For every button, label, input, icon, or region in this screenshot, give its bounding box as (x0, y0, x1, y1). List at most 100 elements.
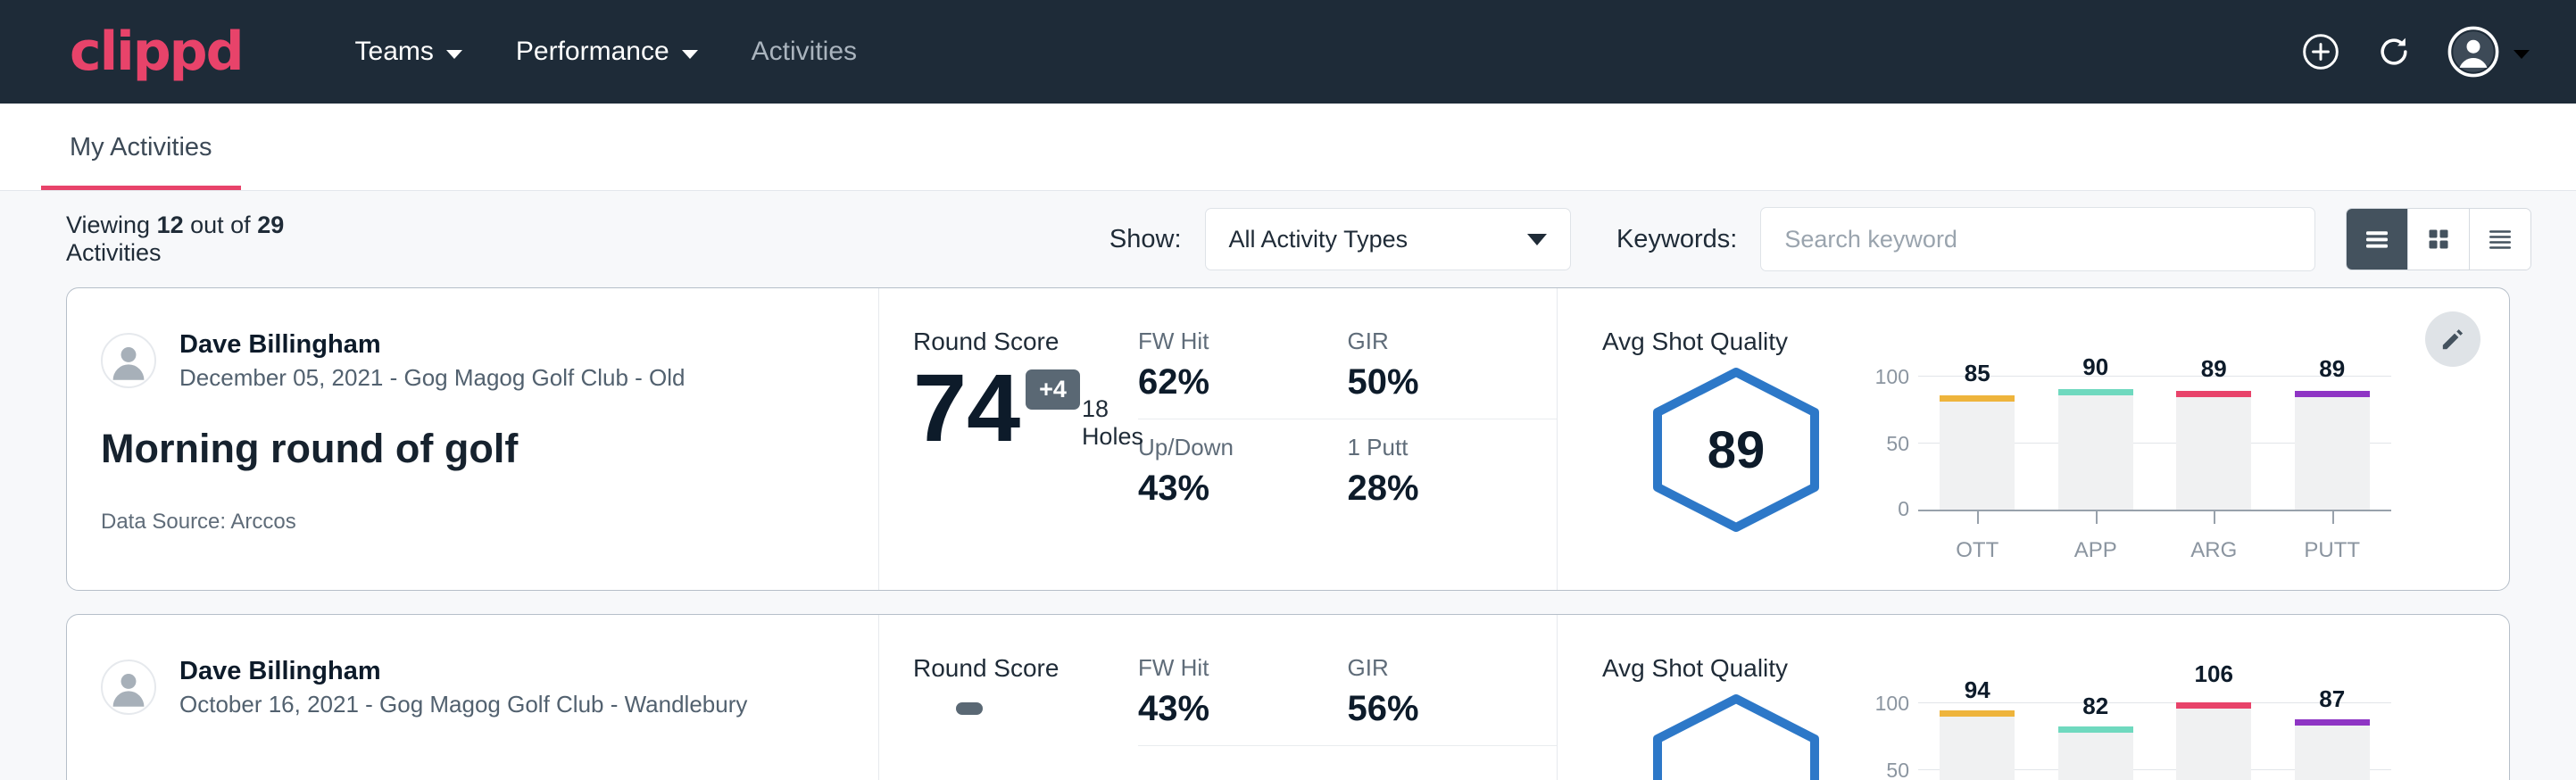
bar-app (2058, 726, 2133, 780)
bar-value-arg: 89 (2201, 355, 2227, 383)
stat-gir-value: 50% (1348, 362, 1517, 402)
viewing-total: 29 (257, 212, 284, 238)
stat-fw-hit: FW Hit 43% (1138, 654, 1348, 746)
chart-bar-slot: 85 (1918, 376, 2037, 510)
tab-my-activities[interactable]: My Activities (41, 133, 241, 190)
x-tick-arg: ARG (2155, 511, 2273, 563)
chart-plot: 85 90 (1918, 376, 2391, 511)
chart-bar-slot: 89 (2273, 376, 2392, 510)
bar-value-putt: 89 (2319, 355, 2345, 383)
shot-quality-chart: 100 50 0 94 (1870, 686, 2391, 780)
bar-cap-arg (2176, 391, 2251, 397)
stat-gir: GIR 56% (1348, 654, 1558, 746)
hexagon-score-wrap (1602, 686, 1870, 780)
chart-bars: 94 82 (1918, 702, 2391, 780)
bar-value-app: 90 (2082, 353, 2108, 381)
shot-quality-chart-plot-area: 100 50 0 94 (1870, 686, 2391, 780)
view-mode-grid-button[interactable] (2408, 209, 2470, 270)
activity-author: Dave Billingham October 16, 2021 - Gog M… (101, 654, 878, 720)
nav-item-performance[interactable]: Performance (489, 28, 725, 76)
avg-shot-quality-body: 100 50 0 94 (1602, 686, 2509, 780)
round-score-column: Round Score 74 +4 18 Holes (879, 288, 1138, 590)
y-tick-50: 50 (1886, 759, 1909, 780)
activity-card-list: Dave Billingham December 05, 2021 - Gog … (0, 287, 2576, 780)
nav-item-activities-label: Activities (752, 37, 857, 67)
add-activity-button[interactable] (2301, 32, 2340, 71)
activity-meta: December 05, 2021 - Gog Magog Golf Club … (179, 362, 686, 394)
author-name: Dave Billingham (179, 654, 747, 689)
avg-shot-quality-column: Avg Shot Quality 89 100 50 (1558, 288, 2509, 590)
y-tick-0: 0 (1898, 497, 1909, 521)
viewing-suffix: Activities (66, 239, 162, 266)
chevron-down-icon (2514, 50, 2530, 59)
avg-shot-quality-label: Avg Shot Quality (1602, 654, 2509, 683)
stat-gir-label: GIR (1348, 654, 1517, 682)
x-tick-ott: OTT (1918, 511, 2037, 563)
round-score-label: Round Score (913, 328, 1138, 356)
stat-gir-label: GIR (1348, 328, 1517, 355)
search-input[interactable] (1760, 207, 2315, 271)
bar-cap-ott (1940, 710, 2015, 717)
avatar (101, 660, 156, 715)
refresh-button[interactable] (2374, 32, 2414, 71)
stat-fw-hit-label: FW Hit (1138, 328, 1307, 355)
keywords-label: Keywords: (1616, 225, 1737, 254)
activity-summary-column: Dave Billingham December 05, 2021 - Gog … (67, 288, 879, 590)
bar-cap-app (2058, 726, 2133, 733)
primary-nav-links: Teams Performance Activities (328, 28, 884, 76)
view-mode-compact-button[interactable] (2470, 209, 2530, 270)
author-name: Dave Billingham (179, 328, 686, 362)
clippd-logo[interactable]: clippd (70, 25, 243, 79)
activity-card[interactable]: Dave Billingham October 16, 2021 - Gog M… (66, 614, 2510, 780)
y-tick-100: 100 (1875, 692, 1909, 716)
activity-meta: October 16, 2021 - Gog Magog Golf Club -… (179, 689, 747, 720)
stat-one-putt-label: 1 Putt (1348, 434, 1517, 461)
round-stats-grid: FW Hit 43% GIR 56% (1138, 615, 1558, 780)
bar-cap-putt (2295, 719, 2370, 726)
bar-cap-app (2058, 389, 2133, 395)
score-to-par-badge: +4 (1026, 369, 1080, 410)
stat-up-down-value: 43% (1138, 469, 1307, 509)
activity-data-source: Data Source: Arccos (101, 510, 878, 535)
tab-bar: My Activities (0, 104, 2576, 191)
compact-view-icon (2484, 223, 2516, 255)
stat-up-down: Up/Down 43% (1138, 419, 1348, 509)
round-score-value-row: 74 +4 18 Holes (913, 360, 1138, 456)
grid-view-icon (2422, 223, 2455, 255)
author-text-block: Dave Billingham December 05, 2021 - Gog … (179, 328, 686, 394)
bar-putt (2295, 719, 2370, 780)
stat-fw-hit-value: 62% (1138, 362, 1307, 402)
viewing-count: 12 (157, 212, 184, 238)
view-mode-toggle-group (2346, 208, 2531, 270)
person-avatar-icon (103, 660, 154, 715)
round-score-column: Round Score (879, 615, 1138, 780)
round-score-value-row (913, 686, 1138, 699)
top-navigation-bar: clippd Teams Performance Activities (0, 0, 2576, 104)
nav-item-teams[interactable]: Teams (328, 28, 489, 76)
stat-fw-hit-label: FW Hit (1138, 654, 1307, 682)
hexagon-score (1643, 692, 1829, 780)
viewing-mid: out of (184, 212, 258, 238)
chart-bars: 85 90 (1918, 376, 2391, 510)
bar-ott (1940, 395, 2015, 510)
bar-ott (1940, 710, 2015, 780)
viewing-count-text: Viewing 12 out of 29 Activities (66, 212, 353, 267)
activity-type-select-value: All Activity Types (1229, 226, 1528, 253)
avg-shot-quality-label: Avg Shot Quality (1602, 328, 2509, 356)
bar-value-app: 82 (2082, 693, 2108, 720)
edit-activity-button[interactable] (2425, 311, 2480, 367)
view-mode-list-button[interactable] (2347, 209, 2408, 270)
stat-fw-hit-value: 43% (1138, 689, 1307, 729)
activity-type-select[interactable]: All Activity Types (1205, 208, 1572, 270)
bar-app (2058, 389, 2133, 510)
y-tick-100: 100 (1875, 365, 1909, 389)
bar-cap-putt (2295, 391, 2370, 397)
account-menu-button[interactable] (2447, 26, 2530, 78)
nav-item-activities[interactable]: Activities (725, 28, 884, 76)
bar-arg (2176, 702, 2251, 780)
activity-card[interactable]: Dave Billingham December 05, 2021 - Gog … (66, 287, 2510, 591)
activity-summary-column: Dave Billingham October 16, 2021 - Gog M… (67, 615, 879, 780)
shot-quality-chart: 100 50 0 85 (1870, 360, 2391, 563)
shot-quality-chart-plot-area: 100 50 0 85 (1870, 360, 2391, 511)
chart-bar-slot: 89 (2155, 376, 2273, 510)
